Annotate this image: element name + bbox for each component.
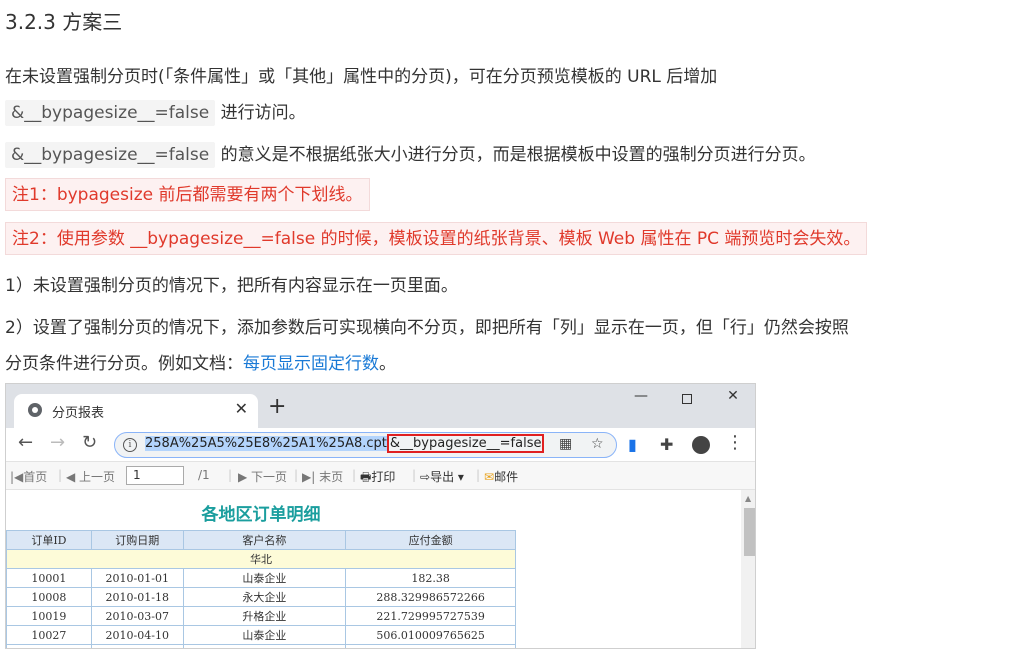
url-input[interactable]: i 258A%25A5%25E8%25A1%25A8.cpt &__bypages…	[114, 432, 617, 458]
browser-tab[interactable]: 分页报表 ✕	[14, 394, 258, 428]
section-heading: 3.2.3 方案三	[5, 10, 123, 34]
next-page-button[interactable]: ▶ 下一页	[238, 468, 287, 485]
next-page-icon: ▶	[238, 470, 252, 484]
tab-title: 分页报表	[52, 406, 105, 421]
table-cell: 506.010009765625	[345, 625, 516, 645]
report-table: 订单ID 订购日期 客户名称 应付金额 华北 10001 2010-01-01 山泰企业 182…	[6, 530, 516, 648]
column-header: 客户名称	[182, 530, 347, 550]
first-page-icon: |◀	[10, 470, 24, 484]
page-number-input[interactable]: 1	[126, 466, 184, 485]
table-row: 10027 2010-04-10 山泰企业 506.010009765625	[6, 625, 516, 645]
star-icon[interactable]: ☆	[591, 436, 604, 452]
printer-icon: 🖶	[360, 470, 372, 484]
address-bar: ← → ↻ i 258A%25A5%25E8%25A1%25A8.cpt &__b…	[6, 428, 755, 462]
print-button[interactable]: 🖶打印	[360, 468, 395, 489]
table-row: 10001 2010-01-01 山泰企业 182.38	[6, 568, 516, 588]
plus-icon[interactable]: +	[268, 396, 286, 418]
table-cell: 2010-01-01	[90, 568, 184, 588]
table-cell: 山泰企业	[182, 568, 347, 588]
list-item-2-prefix: 分页条件进行分页。例如文档：	[5, 354, 243, 374]
inline-code: &__bypagesize__=false	[5, 142, 216, 168]
table-row: 10019 2010-03-07 升格企业 221.729995727539	[6, 606, 516, 626]
table-cell: 2010-04-10	[90, 625, 184, 645]
puzzle-icon[interactable]: ✚	[660, 435, 673, 454]
table-cell	[90, 644, 184, 648]
paragraph-1-line-2: &__bypagesize__=false 进行访问。	[5, 98, 306, 126]
url-param-highlight: &__bypagesize__=false	[386, 434, 545, 453]
paragraph-1-line-1: 在未设置强制分页时(「条件属性」或「其他」属性中的分页)，可在分页预览模板的 U…	[5, 67, 718, 87]
table-cell: 10008	[6, 587, 92, 607]
note-2: 注2：使用参数 __bypagesize__=false 的时候，模板设置的纸张…	[5, 222, 868, 255]
column-header: 应付金额	[345, 530, 516, 550]
table-cell: 2010-01-18	[90, 587, 184, 607]
list-item-2-line-2: 分页条件进行分页。例如文档：每页显示固定行数。	[5, 349, 396, 374]
list-item-2-suffix: 。	[379, 354, 396, 374]
paragraph-2-suffix: 的意义是不根据纸张大小进行分页，而是根据模板中设置的强制分页进行分页。	[220, 145, 816, 165]
table-header-row: 订单ID 订购日期 客户名称 应付金额	[6, 530, 516, 550]
last-page-icon: ▶|	[302, 470, 320, 484]
inline-code: &__bypagesize__=false	[5, 100, 216, 126]
table-row: 10008 2010-01-18 永大企业 288.329986572266	[6, 587, 516, 607]
report-body: 各地区订单明细 订单ID 订购日期 客户名称 应付金额 华北 10001 2010-01-0…	[6, 490, 741, 648]
table-cell: 182.38	[345, 568, 516, 588]
forward-arrow-icon[interactable]: →	[50, 432, 65, 453]
table-cell	[345, 644, 516, 648]
extension-doc-icon[interactable]: ▮	[628, 435, 637, 454]
list-item-1: 1）未设置强制分页的情况下，把所有内容显示在一页里面。	[5, 276, 458, 296]
table-cell: 永大企业	[182, 587, 347, 607]
export-button[interactable]: ⇨导出 ▾	[420, 468, 464, 485]
reload-icon[interactable]: ↻	[82, 432, 97, 453]
region-row: 华北	[6, 549, 516, 569]
table-cell: 10001	[6, 568, 92, 588]
scroll-up-icon[interactable]: ▲	[745, 494, 751, 503]
table-cell: 10019	[6, 606, 92, 626]
table-cell: 2010-03-07	[90, 606, 184, 626]
avatar-icon[interactable]	[692, 436, 710, 454]
table-cell	[6, 644, 92, 648]
doc-link[interactable]: 每页显示固定行数	[243, 354, 379, 374]
prev-page-button[interactable]: ◀ 上一页	[66, 468, 115, 485]
first-page-button[interactable]: |◀首页	[10, 468, 47, 485]
tab-bar: 分页报表 ✕ + — ✕	[6, 384, 755, 428]
prev-page-icon: ◀	[66, 470, 80, 484]
table-cell	[182, 644, 347, 648]
maximize-icon[interactable]	[664, 388, 710, 408]
close-icon[interactable]: ✕	[235, 399, 248, 418]
column-header: 订单ID	[6, 530, 92, 550]
last-page-button[interactable]: ▶| 末页	[302, 468, 343, 485]
list-item-2-line-1: 2）设置了强制分页的情况下，添加参数后可实现横向不分页，即把所有「列」显示在一页…	[5, 318, 849, 338]
paragraph-1-suffix: 进行访问。	[220, 103, 306, 123]
back-arrow-icon[interactable]: ←	[18, 432, 33, 453]
table-cell: 288.329986572266	[345, 587, 516, 607]
url-text: 258A%25A5%25E8%25A1%25A8.cpt &__bypagesiz…	[145, 434, 545, 453]
table-row	[6, 644, 516, 648]
table-cell: 221.729995727539	[345, 606, 516, 626]
vertical-scrollbar[interactable]: ▲	[741, 490, 755, 648]
table-cell: 升格企业	[182, 606, 347, 626]
qr-code-icon[interactable]: ▦	[559, 436, 572, 452]
export-icon: ⇨	[420, 470, 431, 484]
globe-icon	[28, 403, 42, 417]
minimize-icon[interactable]: —	[618, 388, 664, 404]
report-title: 各地区订单明细	[201, 505, 321, 525]
chevron-down-icon: ▾	[454, 470, 464, 484]
mail-button[interactable]: ✉邮件	[484, 468, 518, 485]
mail-icon: ✉	[484, 470, 495, 484]
more-menu-icon[interactable]: ⋮	[726, 432, 744, 453]
paragraph-2: &__bypagesize__=false 的意义是不根据纸张大小进行分页，而是…	[5, 140, 816, 168]
scroll-thumb[interactable]	[744, 508, 755, 556]
note-1: 注1：bypagesize 前后都需要有两个下划线。	[5, 178, 370, 211]
window-close-icon[interactable]: ✕	[710, 388, 755, 404]
info-icon[interactable]: i	[123, 438, 137, 452]
region-label: 华北	[6, 549, 516, 569]
column-header: 订购日期	[90, 530, 184, 550]
table-cell: 山泰企业	[182, 625, 347, 645]
browser-screenshot: 分页报表 ✕ + — ✕ ← → ↻ i 258A%25A5%25E8%25A1…	[5, 383, 756, 649]
table-cell: 10027	[6, 625, 92, 645]
report-toolbar: |◀首页 | ◀ 上一页 1 /1 | ▶ 下一页 | ▶| 末页 | 🖶打印 …	[6, 462, 755, 490]
url-selected-part: 258A%25A5%25E8%25A1%25A8.cpt	[145, 436, 387, 451]
page-total: /1	[198, 468, 210, 482]
